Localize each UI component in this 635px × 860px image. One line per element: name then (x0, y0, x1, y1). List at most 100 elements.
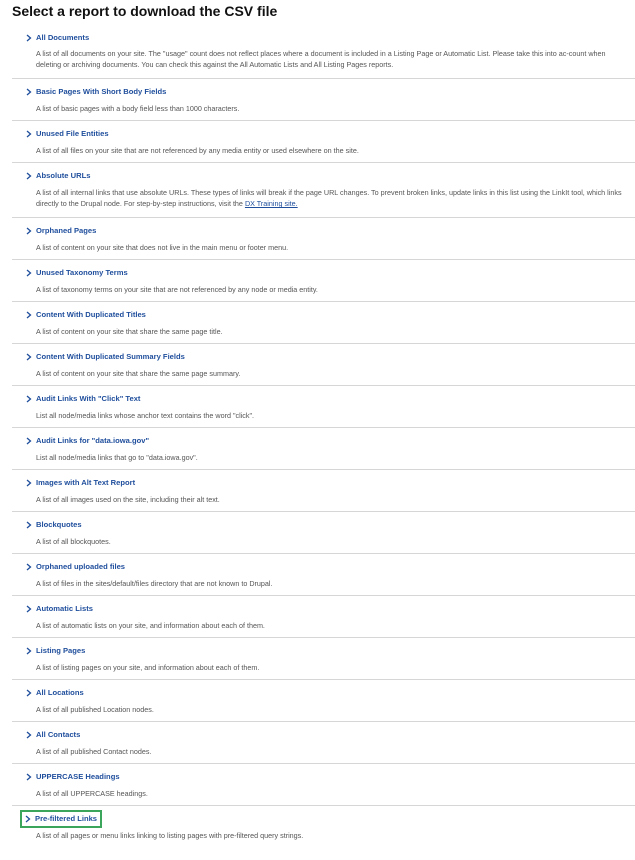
report-link-absolute-urls[interactable]: Absolute URLs (24, 170, 92, 182)
page-title: Select a report to download the CSV file (12, 3, 278, 19)
chevron-right-icon (24, 730, 35, 740)
chevron-right-icon (24, 129, 35, 139)
report-item-all-contacts: All Contacts A list of all published Con… (12, 722, 635, 764)
report-item-alt-text: Images with Alt Text Report A list of al… (12, 470, 635, 512)
report-description: A list of basic pages with a body field … (36, 104, 240, 113)
chevron-right-icon (24, 772, 35, 782)
report-link-label: Basic Pages With Short Body Fields (36, 87, 167, 96)
report-link-label: Content With Duplicated Summary Fields (36, 352, 185, 361)
report-page: Select a report to download the CSV file… (0, 0, 635, 848)
report-item-short-body: Basic Pages With Short Body Fields A lis… (12, 79, 635, 121)
report-item-duplicated-titles: Content With Duplicated Titles A list of… (12, 302, 635, 344)
dx-training-link[interactable]: DX Training site. (245, 199, 298, 208)
report-link-click-text[interactable]: Audit Links With "Click" Text (24, 393, 142, 405)
chevron-right-icon (24, 394, 35, 404)
report-link-label: Audit Links With "Click" Text (36, 394, 141, 403)
report-link-short-body[interactable]: Basic Pages With Short Body Fields (24, 86, 168, 98)
report-link-listing-pages[interactable]: Listing Pages (24, 645, 87, 657)
report-link-all-contacts[interactable]: All Contacts (24, 729, 82, 741)
report-description: A list of all images used on the site, i… (36, 495, 220, 504)
report-item-listing-pages: Listing Pages A list of listing pages on… (12, 638, 635, 680)
report-link-uppercase-headings[interactable]: UPPERCASE Headings (24, 771, 122, 783)
report-item-prefiltered-links: Pre-filtered Links A list of all pages o… (12, 806, 635, 848)
report-description: A list of content on your site that does… (36, 243, 289, 252)
report-link-duplicated-summary[interactable]: Content With Duplicated Summary Fields (24, 351, 187, 363)
chevron-right-icon (24, 520, 35, 530)
report-link-label: Unused File Entities (36, 129, 109, 138)
report-item-unused-files: Unused File Entities A list of all files… (12, 121, 635, 163)
chevron-right-icon (24, 478, 35, 488)
chevron-right-icon (24, 171, 35, 181)
report-link-label: Audit Links for "data.iowa.gov" (36, 436, 150, 445)
report-list: All Documents A list of all documents on… (12, 25, 635, 848)
report-item-uppercase-headings: UPPERCASE Headings A list of all UPPERCA… (12, 764, 635, 806)
report-link-label: Images with Alt Text Report (36, 478, 136, 487)
report-description: A list of files in the sites/default/fil… (36, 579, 273, 588)
report-item-data-iowa: Audit Links for "data.iowa.gov" List all… (12, 428, 635, 470)
report-link-label: Pre-filtered Links (35, 814, 98, 823)
chevron-right-icon (24, 436, 35, 446)
report-link-label: All Documents (36, 33, 90, 42)
report-link-label: Orphaned uploaded files (36, 562, 126, 571)
report-link-unused-taxonomy[interactable]: Unused Taxonomy Terms (24, 267, 130, 279)
report-link-data-iowa[interactable]: Audit Links for "data.iowa.gov" (24, 435, 151, 447)
report-description: A list of listing pages on your site, an… (36, 663, 260, 672)
report-item-blockquotes: Blockquotes A list of all blockquotes. (12, 512, 635, 554)
report-link-label: All Contacts (36, 730, 81, 739)
report-description: List all node/media links that go to "da… (36, 453, 198, 462)
report-link-alt-text[interactable]: Images with Alt Text Report (24, 477, 137, 489)
chevron-right-icon (24, 226, 35, 236)
report-description: A list of taxonomy terms on your site th… (36, 285, 318, 294)
report-description: A list of all published Location nodes. (36, 705, 154, 714)
report-description: A list of content on your site that shar… (36, 327, 223, 336)
report-description: A list of all published Contact nodes. (36, 747, 152, 756)
chevron-right-icon (24, 352, 35, 362)
report-link-label: Blockquotes (36, 520, 82, 529)
report-item-automatic-lists: Automatic Lists A list of automatic list… (12, 596, 635, 638)
report-item-unused-taxonomy: Unused Taxonomy Terms A list of taxonomy… (12, 260, 635, 302)
report-description: A list of automatic lists on your site, … (36, 621, 265, 630)
report-link-duplicated-titles[interactable]: Content With Duplicated Titles (24, 309, 148, 321)
report-link-all-locations[interactable]: All Locations (24, 687, 86, 699)
report-item-all-documents: All Documents A list of all documents on… (12, 25, 635, 79)
report-link-label: All Locations (36, 688, 84, 697)
report-item-all-locations: All Locations A list of all published Lo… (12, 680, 635, 722)
report-item-absolute-urls: Absolute URLs A list of all internal lin… (12, 163, 635, 218)
report-link-prefiltered-links[interactable]: Pre-filtered Links (19, 810, 103, 828)
report-link-blockquotes[interactable]: Blockquotes (24, 519, 84, 531)
report-link-label: Content With Duplicated Titles (36, 310, 146, 319)
chevron-right-icon (24, 33, 35, 43)
report-description: A list of content on your site that shar… (36, 369, 241, 378)
report-link-label: Orphaned Pages (36, 226, 97, 235)
report-link-orphaned-pages[interactable]: Orphaned Pages (24, 225, 98, 237)
chevron-right-icon (24, 87, 35, 97)
report-link-label: Absolute URLs (36, 171, 91, 180)
report-description: A list of all internal links that use ab… (36, 187, 625, 210)
report-description: A list of all documents on your site. Th… (36, 49, 606, 70)
chevron-right-icon (24, 268, 35, 278)
report-description: A list of all UPPERCASE headings. (36, 789, 148, 798)
report-description: A list of all blockquotes. (36, 537, 111, 546)
report-item-orphaned-pages: Orphaned Pages A list of content on your… (12, 218, 635, 260)
report-link-unused-files[interactable]: Unused File Entities (24, 128, 111, 140)
report-link-automatic-lists[interactable]: Automatic Lists (24, 603, 95, 615)
chevron-right-icon (23, 814, 34, 824)
report-description: List all node/media links whose anchor t… (36, 411, 255, 420)
chevron-right-icon (24, 562, 35, 572)
report-link-label: Unused Taxonomy Terms (36, 268, 128, 277)
chevron-right-icon (24, 604, 35, 614)
report-description-text: A list of all internal links that use ab… (36, 188, 622, 209)
report-item-orphaned-files: Orphaned uploaded files A list of files … (12, 554, 635, 596)
report-link-label: Listing Pages (36, 646, 86, 655)
report-description: A list of all files on your site that ar… (36, 146, 359, 155)
report-description: A list of all pages or menu links linkin… (36, 831, 304, 840)
report-item-click-text: Audit Links With "Click" Text List all n… (12, 386, 635, 428)
report-link-orphaned-files[interactable]: Orphaned uploaded files (24, 561, 127, 573)
report-link-all-documents[interactable]: All Documents (24, 32, 91, 44)
report-link-label: Automatic Lists (36, 604, 93, 613)
chevron-right-icon (24, 688, 35, 698)
report-item-duplicated-summary: Content With Duplicated Summary Fields A… (12, 344, 635, 386)
chevron-right-icon (24, 310, 35, 320)
report-link-label: UPPERCASE Headings (36, 772, 120, 781)
chevron-right-icon (24, 646, 35, 656)
